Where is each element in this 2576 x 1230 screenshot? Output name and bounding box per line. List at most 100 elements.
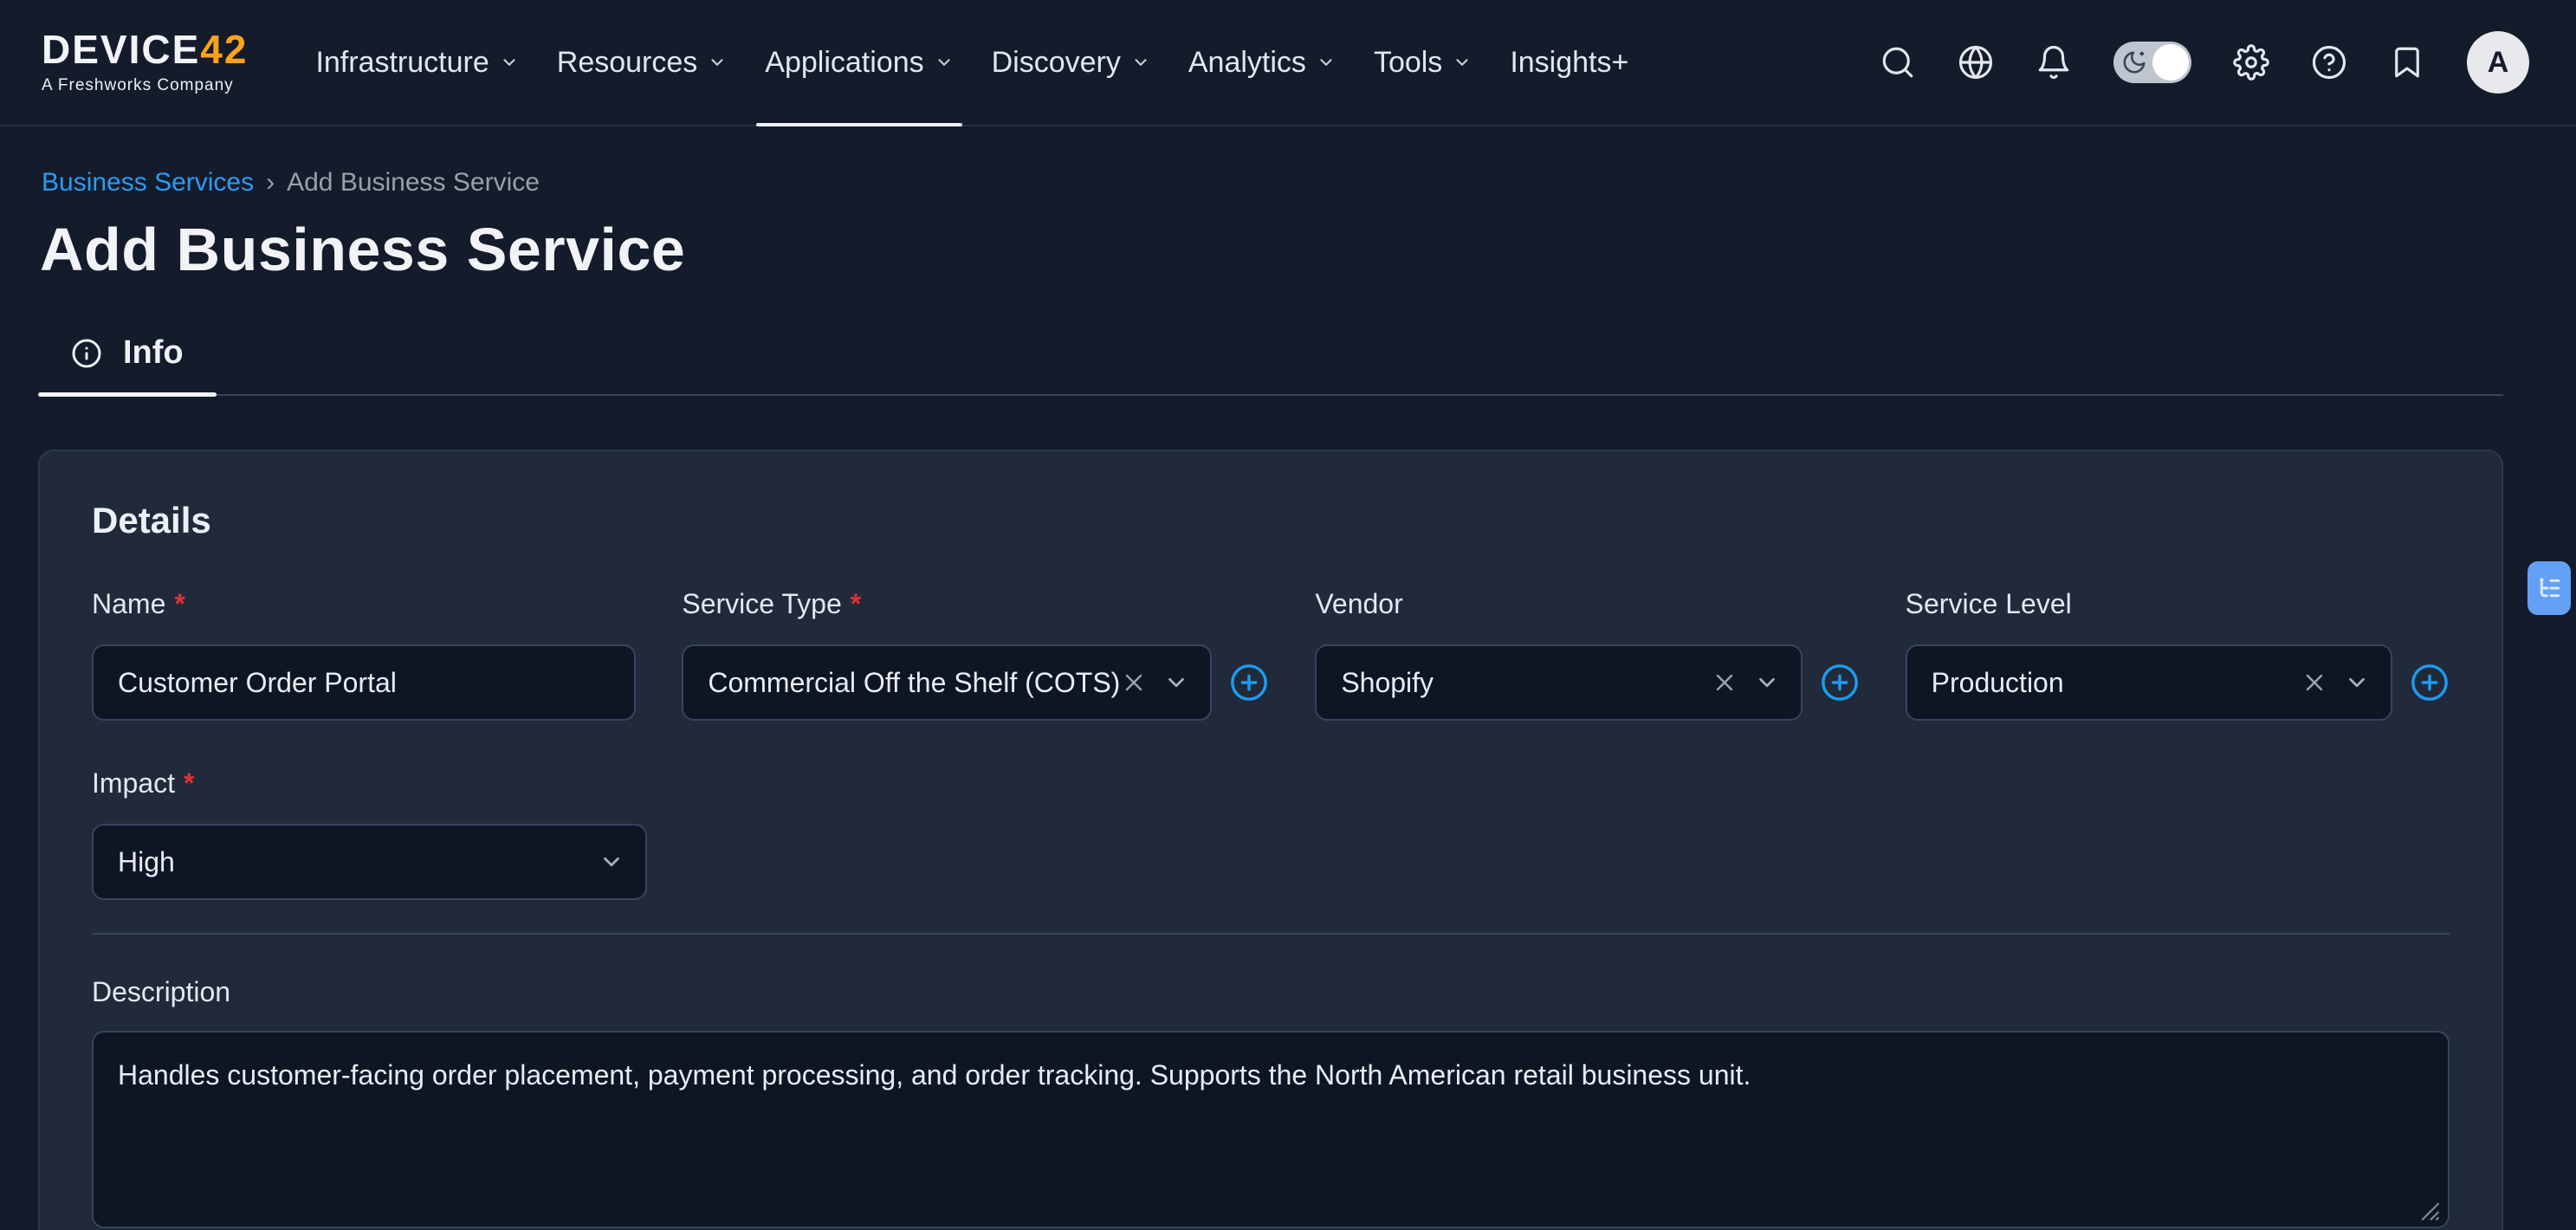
- chevron-down-icon[interactable]: [2344, 670, 2370, 696]
- help-button[interactable]: [2311, 44, 2347, 81]
- breadcrumb: Business Services › Add Business Service: [42, 168, 2503, 197]
- chevron-down-icon: [1131, 53, 1150, 72]
- nav-item-tools[interactable]: Tools: [1355, 0, 1491, 125]
- name-input[interactable]: [92, 644, 636, 721]
- field-vendor: Vendor Shopify: [1315, 588, 1859, 721]
- avatar-initial: A: [2488, 46, 2509, 80]
- nav-item-label: Resources: [557, 46, 698, 80]
- chevron-down-icon[interactable]: [1754, 670, 1780, 696]
- select-value: Production: [1932, 667, 2301, 699]
- chevron-down-icon[interactable]: [1163, 670, 1189, 696]
- brand-logo-text: DEVICE42: [42, 29, 248, 69]
- label-text: Vendor: [1315, 588, 1402, 620]
- field-label-impact: Impact *: [92, 767, 647, 800]
- brand-tagline: A Freshworks Company: [42, 76, 248, 95]
- bookmark-icon: [2389, 44, 2425, 81]
- notifications-button[interactable]: [2036, 44, 2072, 81]
- add-service-level-button[interactable]: [2410, 663, 2450, 702]
- tree-view-icon: [2535, 574, 2563, 602]
- field-name: Name *: [92, 588, 636, 721]
- clear-icon[interactable]: [1711, 669, 1738, 696]
- service-type-select[interactable]: Commercial Off the Shelf (COTS): [682, 644, 1212, 721]
- required-marker: *: [184, 767, 194, 800]
- nav-item-insights[interactable]: Insights+: [1491, 0, 1647, 125]
- service-level-select[interactable]: Production: [1906, 644, 2392, 721]
- field-label-description: Description: [92, 976, 2450, 1008]
- help-circle-icon: [2311, 44, 2347, 81]
- nav-item-label: Tools: [1374, 46, 1442, 80]
- breadcrumb-current: Add Business Service: [287, 168, 540, 197]
- bell-icon: [2036, 44, 2072, 81]
- label-text: Service Type: [682, 588, 841, 620]
- toggle-knob: [2152, 44, 2189, 81]
- required-marker: *: [174, 588, 184, 620]
- theme-toggle[interactable]: [2113, 42, 2191, 83]
- select-value: High: [118, 846, 583, 878]
- globe-icon: [1958, 44, 1994, 81]
- label-text: Name: [92, 588, 165, 620]
- description-field: [92, 1031, 2450, 1230]
- field-service-type: Service Type * Commercial Off the Shelf …: [682, 588, 1269, 721]
- brand-logo[interactable]: DEVICE42 A Freshworks Company: [42, 0, 248, 125]
- chevron-down-icon: [708, 53, 727, 72]
- add-service-type-button[interactable]: [1229, 663, 1269, 702]
- nav-item-label: Infrastructure: [315, 46, 489, 80]
- page-content: Business Services › Add Business Service…: [0, 168, 2576, 1230]
- required-marker: *: [851, 588, 861, 620]
- form-row-2: Impact * High: [92, 767, 2450, 900]
- user-avatar[interactable]: A: [2467, 31, 2529, 94]
- description-textarea[interactable]: [92, 1031, 2450, 1228]
- nav-item-label: Insights+: [1510, 46, 1628, 80]
- nav-item-applications[interactable]: Applications: [746, 0, 972, 125]
- bookmarks-button[interactable]: [2389, 44, 2425, 81]
- gear-icon: [2233, 44, 2269, 81]
- chevron-down-icon: [500, 53, 519, 72]
- clear-icon[interactable]: [2301, 669, 2328, 696]
- label-text: Service Level: [1906, 588, 2072, 620]
- nav-item-analytics[interactable]: Analytics: [1169, 0, 1355, 125]
- hierarchy-panel-button[interactable]: [2527, 561, 2571, 615]
- label-text: Impact: [92, 767, 175, 800]
- field-impact: Impact * High: [92, 767, 647, 900]
- field-label-vendor: Vendor: [1315, 588, 1859, 620]
- add-vendor-button[interactable]: [1820, 663, 1860, 702]
- field-label-name: Name *: [92, 588, 636, 620]
- settings-button[interactable]: [2233, 44, 2269, 81]
- nav-item-label: Discovery: [992, 46, 1121, 80]
- language-button[interactable]: [1958, 44, 1994, 81]
- search-icon: [1880, 44, 1916, 81]
- tab-bar: Info: [38, 334, 2503, 396]
- select-value: Shopify: [1341, 667, 1710, 699]
- breadcrumb-parent-link[interactable]: Business Services: [42, 168, 254, 197]
- page-title: Add Business Service: [40, 215, 2503, 284]
- resize-handle[interactable]: [2418, 1200, 2441, 1222]
- main-nav: Infrastructure Resources Applications Di…: [296, 0, 1647, 125]
- chevron-down-icon: [1453, 53, 1472, 72]
- vendor-select[interactable]: Shopify: [1315, 644, 1802, 721]
- nav-item-resources[interactable]: Resources: [538, 0, 747, 125]
- plus-circle-icon: [1820, 663, 1860, 702]
- impact-select[interactable]: High: [92, 824, 647, 900]
- chevron-down-icon[interactable]: [599, 849, 625, 875]
- info-circle-icon: [71, 338, 102, 369]
- search-button[interactable]: [1880, 44, 1916, 81]
- nav-item-label: Applications: [765, 46, 923, 80]
- plus-circle-icon: [2410, 663, 2450, 702]
- chevron-down-icon: [1317, 53, 1336, 72]
- form-row-1: Name * Service Type * Commercial Off the…: [92, 588, 2450, 721]
- clear-icon[interactable]: [1120, 669, 1148, 696]
- field-service-level: Service Level Production: [1906, 588, 2450, 721]
- nav-item-infrastructure[interactable]: Infrastructure: [296, 0, 537, 125]
- nav-item-label: Analytics: [1188, 46, 1306, 80]
- breadcrumb-separator: ›: [266, 168, 275, 197]
- nav-item-discovery[interactable]: Discovery: [973, 0, 1169, 125]
- header-actions: A: [1880, 0, 2576, 125]
- brand-logo-accent: 42: [200, 27, 248, 72]
- tab-label: Info: [123, 334, 184, 372]
- tab-info[interactable]: Info: [38, 334, 217, 394]
- plus-circle-icon: [1229, 663, 1269, 702]
- section-divider: [92, 933, 2450, 935]
- details-card: Details Name * Service Type *: [38, 450, 2503, 1230]
- select-value: Commercial Off the Shelf (COTS): [708, 667, 1120, 699]
- chevron-down-icon: [935, 53, 954, 72]
